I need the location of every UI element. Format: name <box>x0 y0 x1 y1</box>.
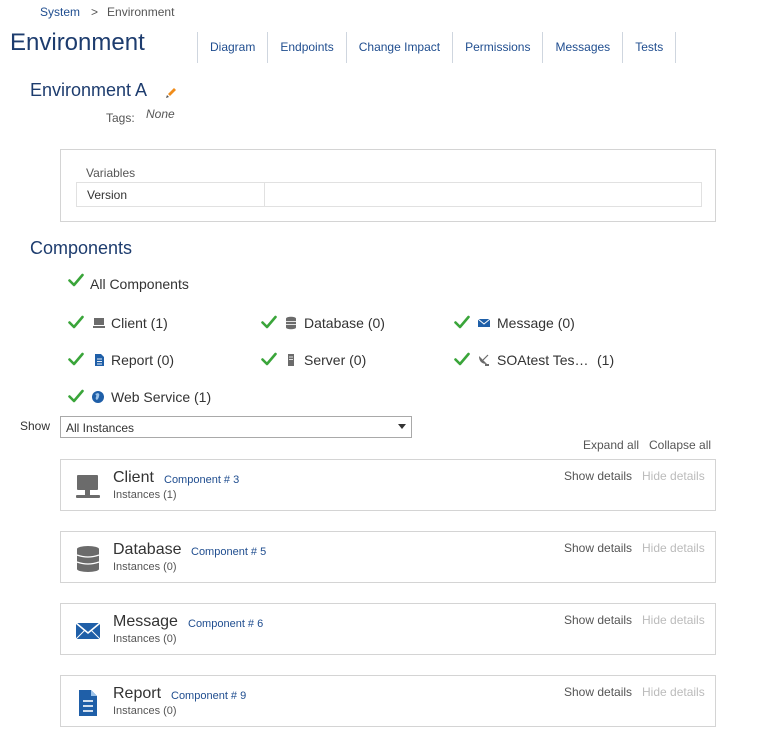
check-icon[interactable] <box>261 315 277 329</box>
component-link[interactable]: Component # 5 <box>191 546 266 558</box>
envelope-icon <box>477 318 491 327</box>
satellite-dish-icon <box>479 354 489 366</box>
hide-details-link[interactable]: Hide details <box>642 541 705 555</box>
component-card-database: Database Component # 5 Instances (0) Sho… <box>60 531 716 583</box>
card-name: Database <box>113 541 182 558</box>
database-icon <box>76 546 100 572</box>
tab-endpoints[interactable]: Endpoints <box>267 32 345 63</box>
breadcrumb-current: Environment <box>107 5 175 19</box>
pencil-edit-icon[interactable] <box>165 86 178 99</box>
show-details-link[interactable]: Show details <box>564 613 632 627</box>
check-icon[interactable] <box>68 389 84 403</box>
envelope-icon <box>75 622 101 640</box>
breadcrumb-system-link[interactable]: System <box>40 5 80 19</box>
hide-details-link[interactable]: Hide details <box>642 685 705 699</box>
filter-web-service[interactable]: Web Service (1) <box>111 389 211 405</box>
server-icon <box>288 354 294 366</box>
tab-tests[interactable]: Tests <box>622 32 677 63</box>
filter-report[interactable]: Report (0) <box>111 352 174 368</box>
variable-value-cell[interactable] <box>265 183 701 206</box>
collapse-all-link[interactable]: Collapse all <box>649 438 711 452</box>
variables-table: Version <box>76 182 702 207</box>
filter-message[interactable]: Message (0) <box>497 315 575 331</box>
check-icon[interactable] <box>454 315 470 329</box>
filter-soatest-count: (1) <box>597 352 615 368</box>
filter-all-components[interactable]: All Components <box>90 276 189 292</box>
monitor-icon <box>76 475 100 498</box>
page-title: Environment <box>10 29 145 56</box>
component-link[interactable]: Component # 9 <box>171 690 246 702</box>
hide-details-link[interactable]: Hide details <box>642 469 705 483</box>
document-icon <box>79 690 97 716</box>
card-name: Client <box>113 469 154 486</box>
card-name: Report <box>113 685 162 702</box>
card-instances: Instances (1) <box>113 489 177 501</box>
variables-panel: Variables Version <box>60 149 716 222</box>
card-instances: Instances (0) <box>113 633 177 645</box>
environment-name: Environment A <box>30 80 148 100</box>
tab-diagram[interactable]: Diagram <box>197 32 267 63</box>
card-instances: Instances (0) <box>113 705 177 717</box>
caret-down-icon <box>398 424 406 429</box>
components-title: Components <box>30 238 133 258</box>
card-name: Message <box>113 613 178 630</box>
card-instances: Instances (0) <box>113 561 177 573</box>
show-details-link[interactable]: Show details <box>564 685 632 699</box>
globe-icon <box>92 391 104 403</box>
show-details-link[interactable]: Show details <box>564 541 632 555</box>
variables-title: Variables <box>86 166 136 180</box>
filter-database[interactable]: Database (0) <box>304 315 385 331</box>
breadcrumb-separator: > <box>91 5 99 19</box>
breadcrumb: System > Environment <box>40 5 174 19</box>
component-link[interactable]: Component # 3 <box>164 474 239 486</box>
database-icon <box>286 316 296 330</box>
check-icon[interactable] <box>68 273 84 287</box>
tab-messages[interactable]: Messages <box>542 32 622 63</box>
monitor-icon <box>93 318 105 328</box>
check-icon[interactable] <box>261 352 277 366</box>
component-link[interactable]: Component # 6 <box>188 618 263 630</box>
hide-details-link[interactable]: Hide details <box>642 613 705 627</box>
tags-label: Tags: <box>106 111 135 125</box>
document-icon <box>95 354 104 366</box>
check-icon[interactable] <box>68 352 84 366</box>
nav-tabs: Diagram Endpoints Change Impact Permissi… <box>197 32 677 63</box>
instances-select-value: All Instances <box>66 421 135 435</box>
tab-change-impact[interactable]: Change Impact <box>345 32 452 63</box>
component-card-report: Report Component # 9 Instances (0) Show … <box>60 675 716 727</box>
variable-name-cell: Version <box>77 183 265 206</box>
filter-server[interactable]: Server (0) <box>304 352 366 368</box>
filter-client[interactable]: Client (1) <box>111 315 168 331</box>
instances-select[interactable]: All Instances <box>60 416 412 438</box>
component-card-message: Message Component # 6 Instances (0) Show… <box>60 603 716 655</box>
tags-value: None <box>146 107 175 121</box>
check-icon[interactable] <box>454 352 470 366</box>
show-details-link[interactable]: Show details <box>564 469 632 483</box>
component-card-client: Client Component # 3 Instances (1) Show … <box>60 459 716 511</box>
expand-all-link[interactable]: Expand all <box>583 438 639 452</box>
filter-soatest[interactable]: SOAtest Tes… <box>497 352 589 368</box>
show-label: Show <box>20 419 51 433</box>
tab-permissions[interactable]: Permissions <box>452 32 542 63</box>
check-icon[interactable] <box>68 315 84 329</box>
